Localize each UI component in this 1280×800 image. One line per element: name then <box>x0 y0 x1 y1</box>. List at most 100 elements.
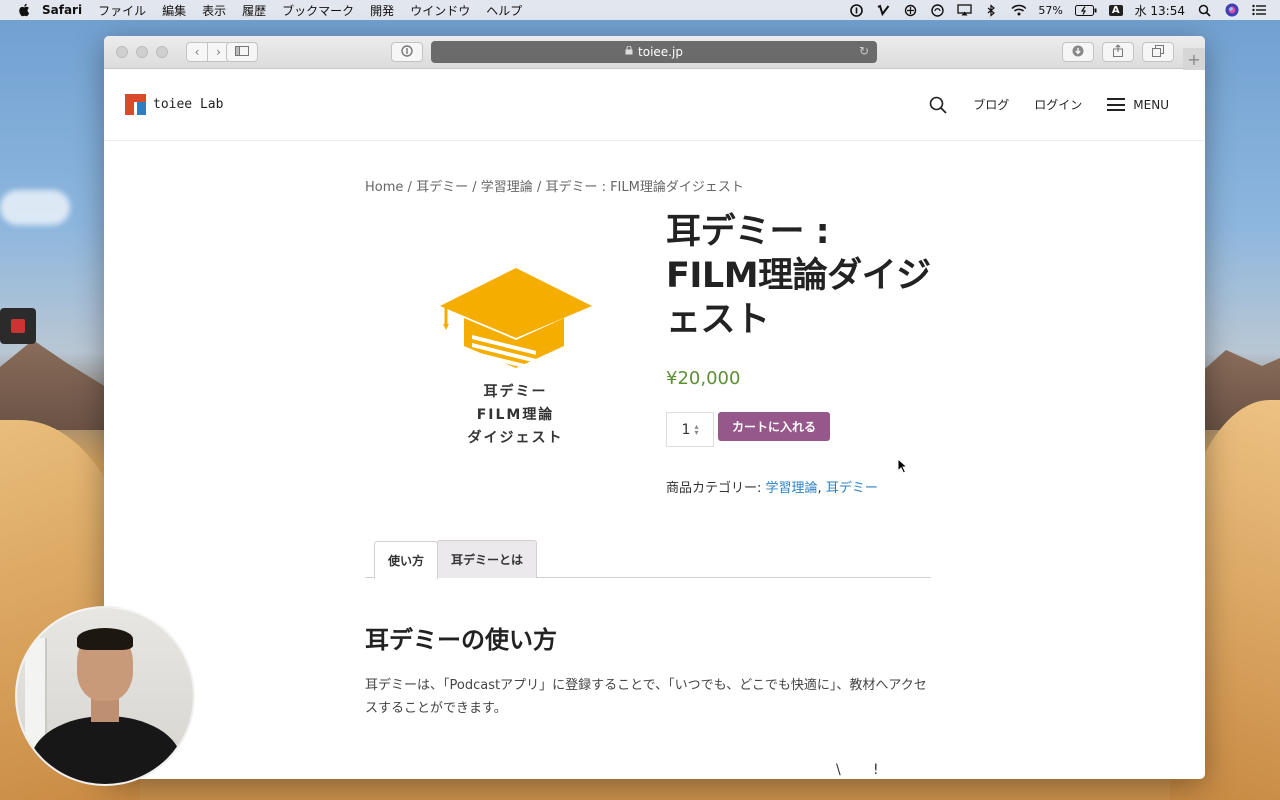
quantity-stepper[interactable]: 1 ▴ ▾ <box>666 412 714 447</box>
product-main: 耳デミー FILM理論 ダイジェスト 耳デミー : FILM理論ダイジェスト ¥… <box>365 212 931 496</box>
menu-app-name[interactable]: Safari <box>42 3 82 17</box>
plus-icon: + <box>1187 49 1201 69</box>
tab-usage[interactable]: 使い方 <box>374 541 439 579</box>
product-categories: 商品カテゴリー: 学習理論, 耳デミー <box>666 477 931 496</box>
stop-icon <box>11 319 25 333</box>
section-body: 耳デミーは、「Podcastアプリ」に登録することで、「いつでも、どこでも快適に… <box>365 678 927 716</box>
site-header: toiee Lab ブログ ログイン MENU <box>104 69 1205 141</box>
add-to-cart-button[interactable]: カートに入れる <box>718 412 831 441</box>
spotlight-icon[interactable] <box>1197 4 1212 17</box>
tabs-icon <box>1152 44 1164 60</box>
graduation-cap-icon <box>439 268 592 371</box>
desktop-cloud <box>0 190 70 225</box>
share-icon <box>1112 44 1124 60</box>
menu-view[interactable]: 表示 <box>202 2 226 19</box>
siri-icon[interactable] <box>1224 3 1239 17</box>
category-label: 商品カテゴリー: <box>666 481 762 496</box>
menu-toggle-button[interactable]: MENU <box>1107 98 1169 112</box>
window-controls <box>116 46 168 58</box>
new-tab-button[interactable]: + <box>1183 48 1205 70</box>
battery-percent: 57% <box>1038 3 1063 17</box>
notification-center-icon[interactable] <box>1251 4 1266 17</box>
menu-help[interactable]: ヘルプ <box>486 2 522 19</box>
product-price: ¥20,000 <box>666 368 741 389</box>
input-method-indicator[interactable]: A <box>1108 4 1123 16</box>
section-title: 耳デミーの使い方 <box>365 626 557 654</box>
chevron-right-icon: › <box>216 45 221 59</box>
breadcrumb-separator: / <box>472 180 477 195</box>
menu-history[interactable]: 履歴 <box>242 2 266 19</box>
downloads-button[interactable] <box>1062 42 1094 62</box>
menu-file[interactable]: ファイル <box>98 2 146 19</box>
stray-glyph: ! <box>873 762 879 778</box>
product-summary: 耳デミー : FILM理論ダイジェスト ¥20,000 1 ▴ ▾ カートに入れる… <box>666 212 931 496</box>
search-icon[interactable] <box>929 96 947 114</box>
tabs-overview-button[interactable] <box>1142 42 1174 62</box>
minimize-window-button[interactable] <box>136 46 148 58</box>
breadcrumb-separator: / <box>407 180 412 195</box>
password-manager-button[interactable] <box>391 42 423 62</box>
screen-record-stop-button[interactable] <box>0 308 36 344</box>
product-content: Home / 耳デミー / 学習理論 / 耳デミー : FILM理論ダイジェスト… <box>365 176 931 720</box>
breadcrumb-mimidemy[interactable]: 耳デミー <box>416 180 468 195</box>
lock-icon <box>625 45 633 58</box>
webcam-overlay <box>15 606 195 786</box>
cloud-sync-icon[interactable] <box>930 3 945 17</box>
image-label-line: ダイジェスト <box>467 430 564 446</box>
logo-text: toiee Lab <box>153 97 224 112</box>
sync-icon[interactable] <box>903 4 918 17</box>
sidebar-icon <box>235 45 249 59</box>
menu-develop[interactable]: 開発 <box>370 2 394 19</box>
product-image[interactable]: 耳デミー FILM理論 ダイジェスト <box>365 216 666 486</box>
desktop-mountain-left <box>0 340 110 430</box>
browser-toolbar: ‹ › toiee.jp ↻ + <box>104 36 1205 70</box>
menu-edit[interactable]: 編集 <box>162 2 186 19</box>
menu-bookmarks[interactable]: ブックマーク <box>282 2 354 19</box>
vimeo-icon[interactable] <box>876 4 891 17</box>
tab-about-mimidemy[interactable]: 耳デミーとは <box>437 540 538 578</box>
image-label-line: 耳デミー <box>483 384 548 400</box>
apple-icon[interactable] <box>18 3 32 17</box>
breadcrumb: Home / 耳デミー / 学習理論 / 耳デミー : FILM理論ダイジェスト <box>365 176 931 196</box>
url-text: toiee.jp <box>638 45 683 59</box>
add-to-cart-form: 1 ▴ ▾ カートに入れる <box>666 412 931 447</box>
wifi-icon[interactable] <box>1011 4 1027 17</box>
breadcrumb-current: 耳デミー : FILM理論ダイジェスト <box>545 180 744 195</box>
category-link-mimidemy[interactable]: 耳デミー <box>826 481 878 496</box>
close-window-button[interactable] <box>116 46 128 58</box>
history-nav: ‹ › <box>186 42 230 62</box>
address-bar[interactable]: toiee.jp ↻ <box>431 41 877 63</box>
hamburger-icon <box>1107 98 1126 111</box>
onepassword-icon[interactable] <box>849 3 864 17</box>
stepper-arrows-icon[interactable]: ▴ ▾ <box>694 422 698 436</box>
menu-label: MENU <box>1133 97 1169 112</box>
breadcrumb-home[interactable]: Home <box>365 180 403 195</box>
back-button[interactable]: ‹ <box>186 42 208 62</box>
menu-window[interactable]: ウインドウ <box>410 2 470 19</box>
menubar-clock[interactable]: 水 13:54 <box>1135 2 1185 19</box>
reload-icon[interactable]: ↻ <box>859 44 869 58</box>
stray-glyph: \ <box>836 762 841 778</box>
airplay-icon[interactable] <box>957 4 973 17</box>
nav-blog-link[interactable]: ブログ <box>973 96 1009 113</box>
product-image-label: 耳デミー FILM理論 ダイジェスト <box>468 381 564 450</box>
battery-charging-icon[interactable] <box>1074 4 1097 17</box>
quantity-value: 1 <box>681 421 691 438</box>
nav-login-link[interactable]: ログイン <box>1034 96 1082 113</box>
image-label-line: FILM理論 <box>476 407 555 423</box>
category-separator: , <box>817 481 822 496</box>
zoom-window-button[interactable] <box>156 46 168 58</box>
bluetooth-icon[interactable] <box>984 3 999 17</box>
category-link-learning-theory[interactable]: 学習理論 <box>766 481 818 496</box>
site-logo[interactable]: toiee Lab <box>125 94 223 115</box>
download-icon <box>1072 45 1084 60</box>
onepassword-toolbar-icon <box>401 44 413 60</box>
mouse-cursor-icon <box>897 458 909 474</box>
mac-menu-bar: Safari ファイル 編集 表示 履歴 ブックマーク 開発 ウインドウ ヘルプ… <box>0 0 1280 20</box>
breadcrumb-learning-theory[interactable]: 学習理論 <box>481 180 533 195</box>
sidebar-toggle-button[interactable] <box>226 42 258 62</box>
product-tabs: 使い方 耳デミーとは <box>365 540 931 579</box>
share-button[interactable] <box>1102 42 1134 62</box>
breadcrumb-separator: / <box>536 180 542 195</box>
product-title: 耳デミー : FILM理論ダイジェスト <box>666 212 931 340</box>
